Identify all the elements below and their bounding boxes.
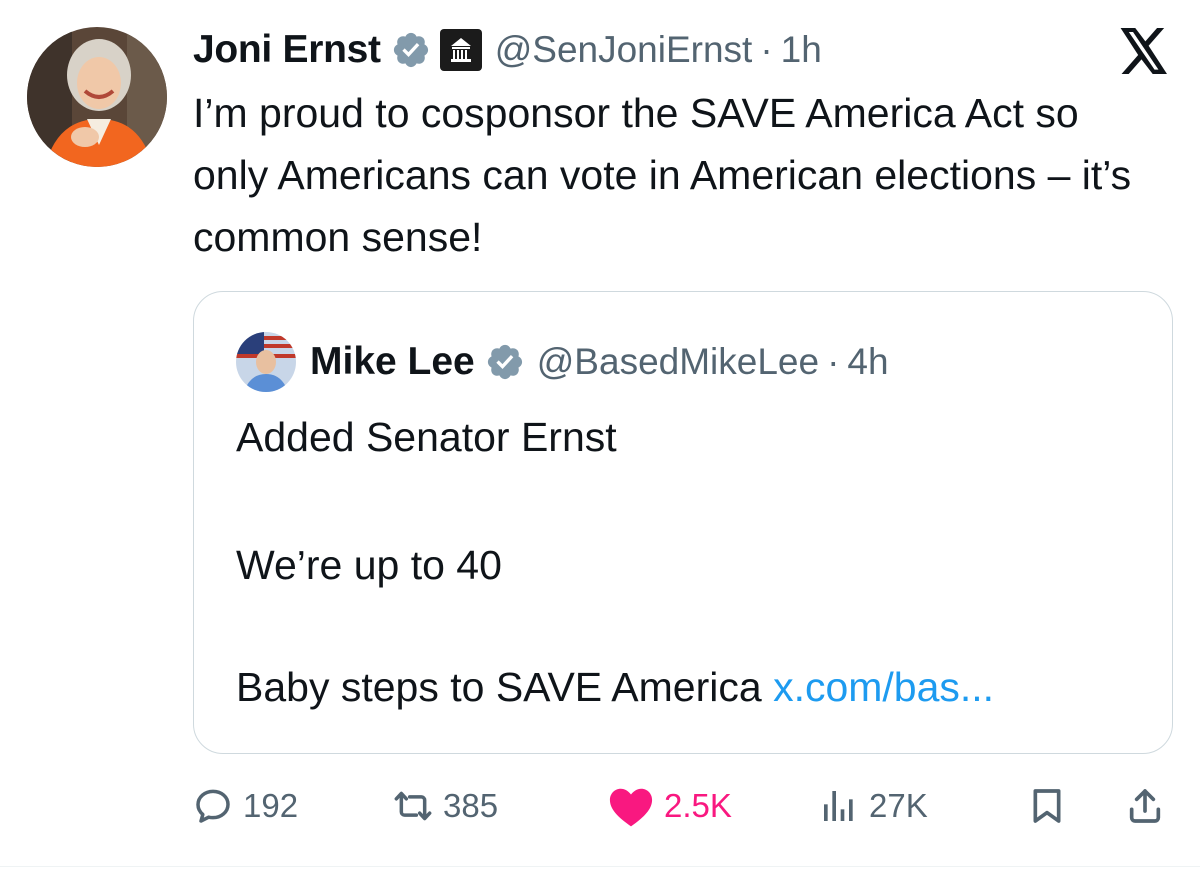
verified-badge-icon — [487, 344, 522, 380]
quoted-tweet-header: Mike Lee @BasedMikeLee · 4h — [236, 330, 889, 394]
quoted-tweet-time[interactable]: 4h — [847, 341, 888, 383]
quoted-link[interactable]: x.com/bas... — [773, 664, 994, 710]
quoted-text-line-3: Baby steps to SAVE America x.com/bas... — [236, 664, 994, 711]
views-button[interactable]: 27K — [819, 780, 928, 832]
reply-button[interactable]: 192 — [193, 780, 298, 832]
separator-dot: · — [827, 341, 840, 382]
tweet-text: I’m proud to cosponsor the SAVE America … — [193, 90, 1132, 260]
tweet-header: Joni Ernst @SenJoniErnst · 1h — [193, 24, 822, 76]
quoted-text-line-2: We’re up to 40 — [236, 542, 502, 588]
quoted-text-line-1: Added Senator Ernst — [236, 414, 617, 460]
x-logo-icon — [1120, 28, 1167, 74]
repost-count: 385 — [443, 787, 499, 824]
heart-icon — [609, 788, 653, 827]
share-button[interactable] — [1125, 780, 1165, 832]
quoted-author-avatar[interactable] — [236, 332, 296, 392]
reply-icon — [196, 789, 230, 823]
like-button[interactable]: 2.5K — [608, 780, 732, 832]
quoted-tweet-card[interactable]: Mike Lee @BasedMikeLee · 4h Added Senato… — [193, 291, 1173, 754]
quoted-author-name[interactable]: Mike Lee — [310, 340, 475, 384]
quoted-author-handle[interactable]: @BasedMikeLee — [537, 341, 819, 383]
author-avatar[interactable] — [27, 27, 167, 167]
author-name[interactable]: Joni Ernst — [193, 28, 381, 72]
repost-button[interactable]: 385 — [393, 780, 498, 832]
views-count: 27K — [869, 787, 928, 824]
like-count: 2.5K — [664, 787, 732, 824]
views-icon — [824, 791, 853, 821]
reply-count: 192 — [243, 787, 299, 824]
government-building-icon — [439, 29, 482, 71]
separator-dot: · — [760, 29, 773, 70]
bottom-divider — [0, 866, 1200, 867]
share-icon — [1129, 789, 1161, 823]
tweet-action-bar: 192 385 2.5K 27K — [193, 780, 1173, 832]
tweet-time[interactable]: 1h — [781, 29, 822, 71]
bookmark-button[interactable] — [1027, 780, 1067, 832]
quoted-text-line-3-text: Baby steps to SAVE America — [236, 664, 762, 710]
bookmark-icon — [1033, 789, 1061, 823]
author-handle[interactable]: @SenJoniErnst — [495, 29, 753, 71]
verified-badge-icon — [393, 32, 428, 68]
repost-icon — [394, 791, 432, 821]
